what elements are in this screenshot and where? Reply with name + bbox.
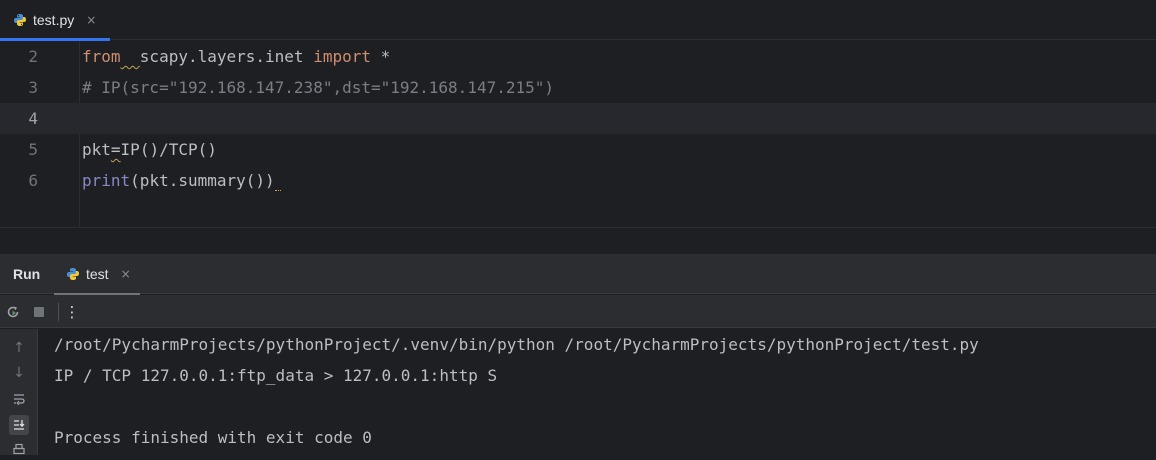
- code-line[interactable]: 4: [0, 103, 1156, 134]
- code-token: *: [370, 47, 391, 66]
- editor-tab-label: test.py: [33, 12, 75, 28]
- console-output-line: IP / TCP 127.0.0.1:ftp_data > 127.0.0.1:…: [54, 366, 498, 385]
- editor-tab-test-py[interactable]: test.py ×: [0, 0, 110, 41]
- scroll-to-end-icon[interactable]: [9, 415, 29, 435]
- toolbar-separator: [58, 303, 59, 321]
- code-text: # IP(src="192.168.147.238",dst="192.168.…: [82, 72, 554, 103]
- console-output-line: Process finished with exit code 0: [54, 428, 372, 447]
- code-line[interactable]: 5 pkt=IP()/TCP(): [0, 134, 1156, 165]
- python-file-icon: [13, 13, 27, 27]
- more-vertical-icon[interactable]: ⋮: [62, 302, 82, 322]
- run-tab-label: test: [86, 266, 109, 282]
- code-token: [274, 173, 281, 191]
- code-editor[interactable]: 2 from scapy.layers.inet import * 3 # IP(sr…: [0, 41, 1156, 227]
- run-console[interactable]: ↑ ↓ /root/PycharmProjects/pythonProject/…: [0, 329, 1156, 455]
- run-panel-header: Run test ×: [0, 254, 1156, 295]
- run-panel-title: Run: [13, 266, 41, 282]
- line-number: 2: [28, 47, 38, 66]
- line-number: 6: [28, 171, 38, 190]
- code-line[interactable]: 3 # IP(src="192.168.147.238",dst="192.168…: [0, 72, 1156, 103]
- code-text: pkt=IP()/TCP(): [82, 134, 217, 165]
- code-token: IP()/TCP(): [120, 140, 217, 159]
- down-arrow-icon[interactable]: ↓: [9, 363, 29, 383]
- close-icon[interactable]: ×: [121, 267, 131, 281]
- code-text: print(pkt.summary()): [82, 165, 281, 196]
- stop-icon[interactable]: [29, 302, 49, 322]
- run-toolbar: ⋮: [0, 295, 1156, 328]
- code-token: (pkt.summary()): [130, 171, 275, 190]
- print-icon[interactable]: [9, 440, 29, 460]
- line-number: 5: [28, 140, 38, 159]
- code-line[interactable]: 6 print(pkt.summary()): [0, 165, 1156, 196]
- console-side-toolbar: ↑ ↓: [0, 329, 38, 455]
- line-number: 3: [28, 78, 38, 97]
- code-token: =: [110, 140, 121, 159]
- line-number: 4: [28, 109, 38, 128]
- code-text: from scapy.layers.inet import *: [82, 41, 390, 72]
- close-icon[interactable]: ×: [86, 13, 96, 27]
- run-tab-test[interactable]: test ×: [54, 254, 140, 295]
- code-line[interactable]: 2 from scapy.layers.inet import *: [0, 41, 1156, 72]
- code-token: import: [313, 47, 371, 66]
- code-token: pkt: [82, 140, 111, 159]
- python-file-icon: [66, 267, 80, 281]
- code-token: print: [82, 171, 131, 190]
- rerun-icon[interactable]: [3, 302, 23, 322]
- soft-wrap-icon[interactable]: [9, 389, 29, 409]
- console-output-line: /root/PycharmProjects/pythonProject/.ven…: [54, 335, 979, 354]
- editor-tab-bar: test.py ×: [0, 0, 1156, 41]
- code-token: scapy.layers.inet: [139, 47, 314, 66]
- code-token: from: [82, 47, 121, 66]
- up-arrow-icon[interactable]: ↑: [9, 338, 29, 358]
- editor-bottom-area: [0, 227, 1156, 253]
- code-token: # IP(src="192.168.147.238",dst="192.168.…: [82, 78, 555, 97]
